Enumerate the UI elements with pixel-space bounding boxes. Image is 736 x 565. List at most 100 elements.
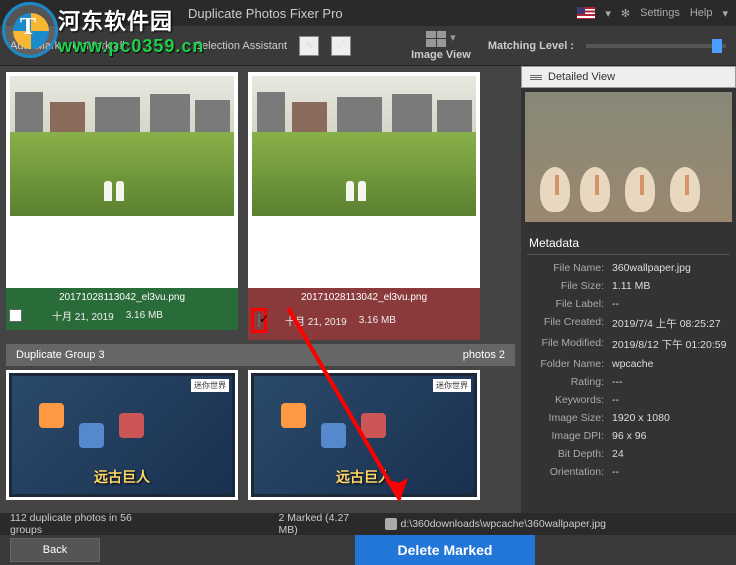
game-badge: 迷你世界 bbox=[433, 379, 471, 392]
game-badge: 迷你世界 bbox=[191, 379, 229, 392]
photo-date: 十月 21, 2019 bbox=[52, 308, 114, 323]
metadata-value: 2019/8/12 下午 01:20:59 bbox=[612, 337, 726, 352]
photo-size: 3.16 MB bbox=[359, 315, 396, 326]
disk-icon bbox=[385, 518, 397, 530]
metadata-key: Rating: bbox=[527, 376, 612, 388]
metadata-value: -- bbox=[612, 466, 619, 478]
metadata-value: 96 x 96 bbox=[612, 430, 646, 442]
photo-checkbox[interactable] bbox=[258, 314, 260, 327]
metadata-key: Bit Depth: bbox=[527, 448, 612, 460]
view-group: ▾ Image View bbox=[411, 31, 471, 61]
metadata-row: File Name:360wallpaper.jpg bbox=[527, 259, 730, 277]
metadata-key: Folder Name: bbox=[527, 358, 612, 370]
delete-marked-button[interactable]: Delete Marked bbox=[355, 535, 535, 565]
group-header[interactable]: Duplicate Group 3 photos 2 bbox=[6, 344, 515, 366]
metadata-value: -- bbox=[612, 394, 619, 406]
metadata-value: 360wallpaper.jpg bbox=[612, 262, 691, 274]
wand-icon[interactable]: ✎ bbox=[299, 36, 319, 56]
metadata-row: Rating:--- bbox=[527, 373, 730, 391]
footer: Back Delete Marked bbox=[0, 535, 736, 565]
game-title: 远古巨人 bbox=[336, 467, 392, 487]
help-dropdown[interactable]: ▾ bbox=[722, 7, 728, 20]
photo-thumbnail bbox=[10, 76, 234, 216]
preview-image bbox=[525, 92, 732, 222]
list-icon bbox=[530, 75, 542, 80]
matching-level-label: Matching Level : bbox=[488, 40, 574, 52]
metadata-row: Image DPI:96 x 96 bbox=[527, 427, 730, 445]
photo-checkbox[interactable] bbox=[9, 309, 22, 322]
back-button[interactable]: Back bbox=[10, 538, 100, 562]
status-marked: 2 Marked (4.27 MB) bbox=[279, 512, 355, 536]
grid-view-icon[interactable] bbox=[426, 31, 446, 47]
slider-knob[interactable] bbox=[712, 39, 722, 53]
selection-group: Selection Assistant ✎ ⟋ bbox=[195, 36, 351, 56]
photo-thumbnail bbox=[252, 76, 476, 216]
settings-link[interactable]: Settings bbox=[640, 7, 680, 19]
duplicate-row-1: 20171028113042_el3vu.png 十月 21, 2019 3.1… bbox=[6, 72, 515, 340]
metadata-key: File Label: bbox=[527, 298, 612, 310]
photo-card[interactable]: 迷你世界 远古巨人 bbox=[6, 370, 238, 500]
image-view-label: Image View bbox=[411, 49, 471, 61]
metadata-row: File Modified:2019/8/12 下午 01:20:59 bbox=[527, 334, 730, 355]
metadata-key: Image DPI: bbox=[527, 430, 612, 442]
highlight-box bbox=[251, 308, 267, 333]
metadata-value: 1920 x 1080 bbox=[612, 412, 670, 424]
photo-caption: 20171028113042_el3vu.png 十月 21, 2019 3.1… bbox=[6, 288, 238, 330]
app-title: Duplicate Photos Fixer Pro bbox=[188, 6, 343, 21]
metadata-key: File Name: bbox=[527, 262, 612, 274]
metadata-key: File Modified: bbox=[527, 337, 612, 352]
metadata-row: Bit Depth:24 bbox=[527, 445, 730, 463]
duplicates-panel: 20171028113042_el3vu.png 十月 21, 2019 3.1… bbox=[0, 66, 521, 535]
detail-panel: Detailed View Metadata File Name:360wall… bbox=[521, 66, 736, 535]
metadata-key: Orientation: bbox=[527, 466, 612, 478]
metadata-value: -- bbox=[612, 298, 619, 310]
metadata-key: File Size: bbox=[527, 280, 612, 292]
metadata-value: 24 bbox=[612, 448, 624, 460]
photo-card[interactable]: 20171028113042_el3vu.png 十月 21, 2019 3.1… bbox=[6, 72, 238, 340]
metadata-section: Metadata File Name:360wallpaper.jpgFile … bbox=[521, 226, 736, 487]
metadata-title: Metadata bbox=[527, 232, 730, 255]
photo-card[interactable]: 20171028113042_el3vu.png 十月 21, 2019 3.1… bbox=[248, 72, 480, 340]
metadata-row: File Size:1.11 MB bbox=[527, 277, 730, 295]
group-count: photos 2 bbox=[463, 349, 505, 361]
metadata-value: 1.11 MB bbox=[612, 280, 650, 292]
locale-flag-icon[interactable] bbox=[577, 7, 595, 19]
help-link[interactable]: Help bbox=[690, 7, 713, 19]
status-bar: 112 duplicate photos in 56 groups 2 Mark… bbox=[0, 513, 736, 535]
titlebar-right: ▾ ✻ Settings Help ▾ bbox=[577, 7, 728, 20]
selection-assistant-label: Selection Assistant bbox=[195, 40, 287, 52]
view-icons: ▾ bbox=[426, 31, 456, 47]
photo-filename: 20171028113042_el3vu.png bbox=[6, 292, 238, 303]
metadata-value: 2019/7/4 上午 08:25:27 bbox=[612, 316, 721, 331]
game-title: 远古巨人 bbox=[94, 467, 150, 487]
locale-dropdown[interactable]: ▾ bbox=[605, 7, 611, 20]
assistant-icon[interactable]: ⟋ bbox=[331, 36, 351, 56]
watermark-url: www.pc0359.cn bbox=[58, 36, 204, 57]
watermark-brand: 河东软件园 bbox=[58, 4, 173, 36]
metadata-row: Folder Name:wpcache bbox=[527, 355, 730, 373]
content-area: 20171028113042_el3vu.png 十月 21, 2019 3.1… bbox=[0, 66, 736, 535]
photo-card[interactable]: 迷你世界 远古巨人 bbox=[248, 370, 480, 500]
metadata-value: --- bbox=[612, 376, 623, 388]
metadata-key: Image Size: bbox=[527, 412, 612, 424]
status-path: d:\360downloads\wpcache\360wallpaper.jpg bbox=[385, 518, 606, 530]
metadata-row: File Label:-- bbox=[527, 295, 730, 313]
metadata-value: wpcache bbox=[612, 358, 653, 370]
duplicate-row-2: 迷你世界 远古巨人 迷你世界 远古巨人 bbox=[6, 370, 515, 500]
metadata-row: File Created:2019/7/4 上午 08:25:27 bbox=[527, 313, 730, 334]
status-path-text: d:\360downloads\wpcache\360wallpaper.jpg bbox=[401, 518, 606, 530]
detailed-view-label: Detailed View bbox=[548, 71, 615, 83]
settings-gear-icon[interactable]: ✻ bbox=[621, 7, 630, 20]
metadata-key: File Created: bbox=[527, 316, 612, 331]
matching-group: Matching Level : bbox=[488, 40, 726, 52]
group-label: Duplicate Group 3 bbox=[16, 349, 105, 361]
matching-slider[interactable] bbox=[586, 44, 726, 48]
status-groups: 112 duplicate photos in 56 groups bbox=[10, 512, 139, 536]
detailed-view-bar[interactable]: Detailed View bbox=[521, 66, 736, 88]
metadata-row: Keywords:-- bbox=[527, 391, 730, 409]
view-dropdown-icon[interactable]: ▾ bbox=[450, 31, 456, 47]
metadata-key: Keywords: bbox=[527, 394, 612, 406]
watermark-logo: T bbox=[0, 0, 62, 62]
photo-filename: 20171028113042_el3vu.png bbox=[248, 292, 480, 303]
metadata-row: Orientation:-- bbox=[527, 463, 730, 481]
